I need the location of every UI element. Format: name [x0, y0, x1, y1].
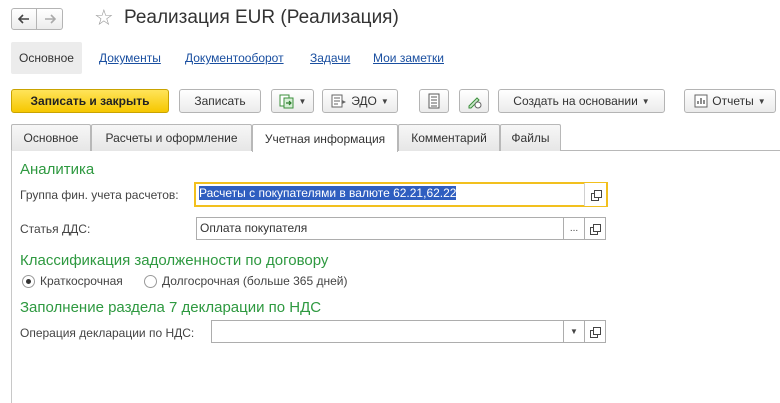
vat-operation-dropdown[interactable]: ▼	[563, 320, 585, 343]
chevron-down-icon: ▼	[380, 96, 389, 106]
section-main[interactable]: Основное	[11, 42, 82, 74]
vat-operation-field[interactable]	[211, 320, 564, 343]
debt-section-title: Классификация задолженности по договору	[20, 252, 329, 269]
open-icon	[590, 189, 602, 201]
document-move-icon	[279, 94, 294, 109]
chevron-down-icon: ▼	[298, 96, 307, 106]
dds-select-button[interactable]: ...	[563, 217, 585, 240]
chevron-down-icon: ▼	[570, 327, 578, 336]
arrow-left-icon	[18, 14, 29, 24]
tab-comment[interactable]: Комментарий	[398, 124, 500, 151]
radio-long-term[interactable]	[144, 275, 157, 288]
create-based-on-button[interactable]: Создать на основании ▼	[498, 89, 665, 113]
document-move-button[interactable]: ▼	[271, 89, 314, 113]
window-title: Реализация EUR (Реализация)	[124, 7, 399, 28]
print-list-button[interactable]	[419, 89, 449, 113]
group-label: Группа фин. учета расчетов:	[20, 188, 179, 202]
save-and-close-button[interactable]: Записать и закрыть	[11, 89, 169, 113]
ellipsis-icon: ...	[569, 223, 579, 234]
radio-short-term-label: Краткосрочная	[40, 274, 123, 288]
reports-icon	[694, 94, 708, 108]
vat-operation-open-button[interactable]	[584, 320, 606, 343]
edit-signature-button[interactable]	[459, 89, 489, 113]
dds-open-button[interactable]	[584, 217, 606, 240]
group-open-button[interactable]	[584, 183, 606, 206]
create-based-on-label: Создать на основании	[513, 94, 638, 108]
edo-label: ЭДО	[351, 94, 377, 108]
reports-button[interactable]: Отчеты ▼	[684, 89, 776, 113]
chevron-down-icon: ▼	[641, 96, 650, 106]
tab-main[interactable]: Основное	[11, 124, 91, 151]
list-document-icon	[428, 93, 440, 109]
vat-section-title: Заполнение раздела 7 декларации по НДС	[20, 299, 322, 316]
arrow-right-icon	[44, 14, 56, 24]
reports-label: Отчеты	[712, 94, 754, 108]
back-button[interactable]	[11, 8, 37, 30]
open-icon	[590, 326, 601, 338]
radio-long-term-label: Долгосрочная (больше 365 дней)	[162, 274, 348, 288]
section-tasks-link[interactable]: Задачи	[310, 51, 350, 65]
content-left-border	[11, 150, 12, 403]
edo-icon	[331, 94, 347, 108]
tab-payments[interactable]: Расчеты и оформление	[91, 124, 252, 151]
pen-icon	[468, 97, 482, 109]
section-notes-link[interactable]: Мои заметки	[373, 51, 444, 65]
chevron-down-icon: ▼	[757, 96, 766, 106]
tab-files[interactable]: Файлы	[500, 124, 561, 151]
save-button[interactable]: Записать	[179, 89, 261, 113]
section-documents-link[interactable]: Документы	[99, 51, 161, 65]
group-field[interactable]: Расчеты с покупателями в валюте 62.21,62…	[194, 182, 608, 207]
radio-short-term[interactable]	[22, 275, 35, 288]
dds-label: Статья ДДС:	[20, 222, 91, 236]
group-value: Расчеты с покупателями в валюте 62.21,62…	[199, 186, 457, 200]
open-icon	[590, 223, 601, 235]
vat-operation-label: Операция декларации по НДС:	[20, 326, 195, 340]
forward-button[interactable]	[37, 8, 63, 30]
dds-field[interactable]: Оплата покупателя	[196, 217, 564, 240]
favorite-star-icon[interactable]: ☆	[94, 6, 114, 30]
analytics-section-title: Аналитика	[20, 161, 95, 178]
section-docflow-link[interactable]: Документооборот	[185, 51, 284, 65]
edo-button[interactable]: ЭДО ▼	[322, 89, 398, 113]
tab-accounting-info[interactable]: Учетная информация	[252, 124, 398, 152]
